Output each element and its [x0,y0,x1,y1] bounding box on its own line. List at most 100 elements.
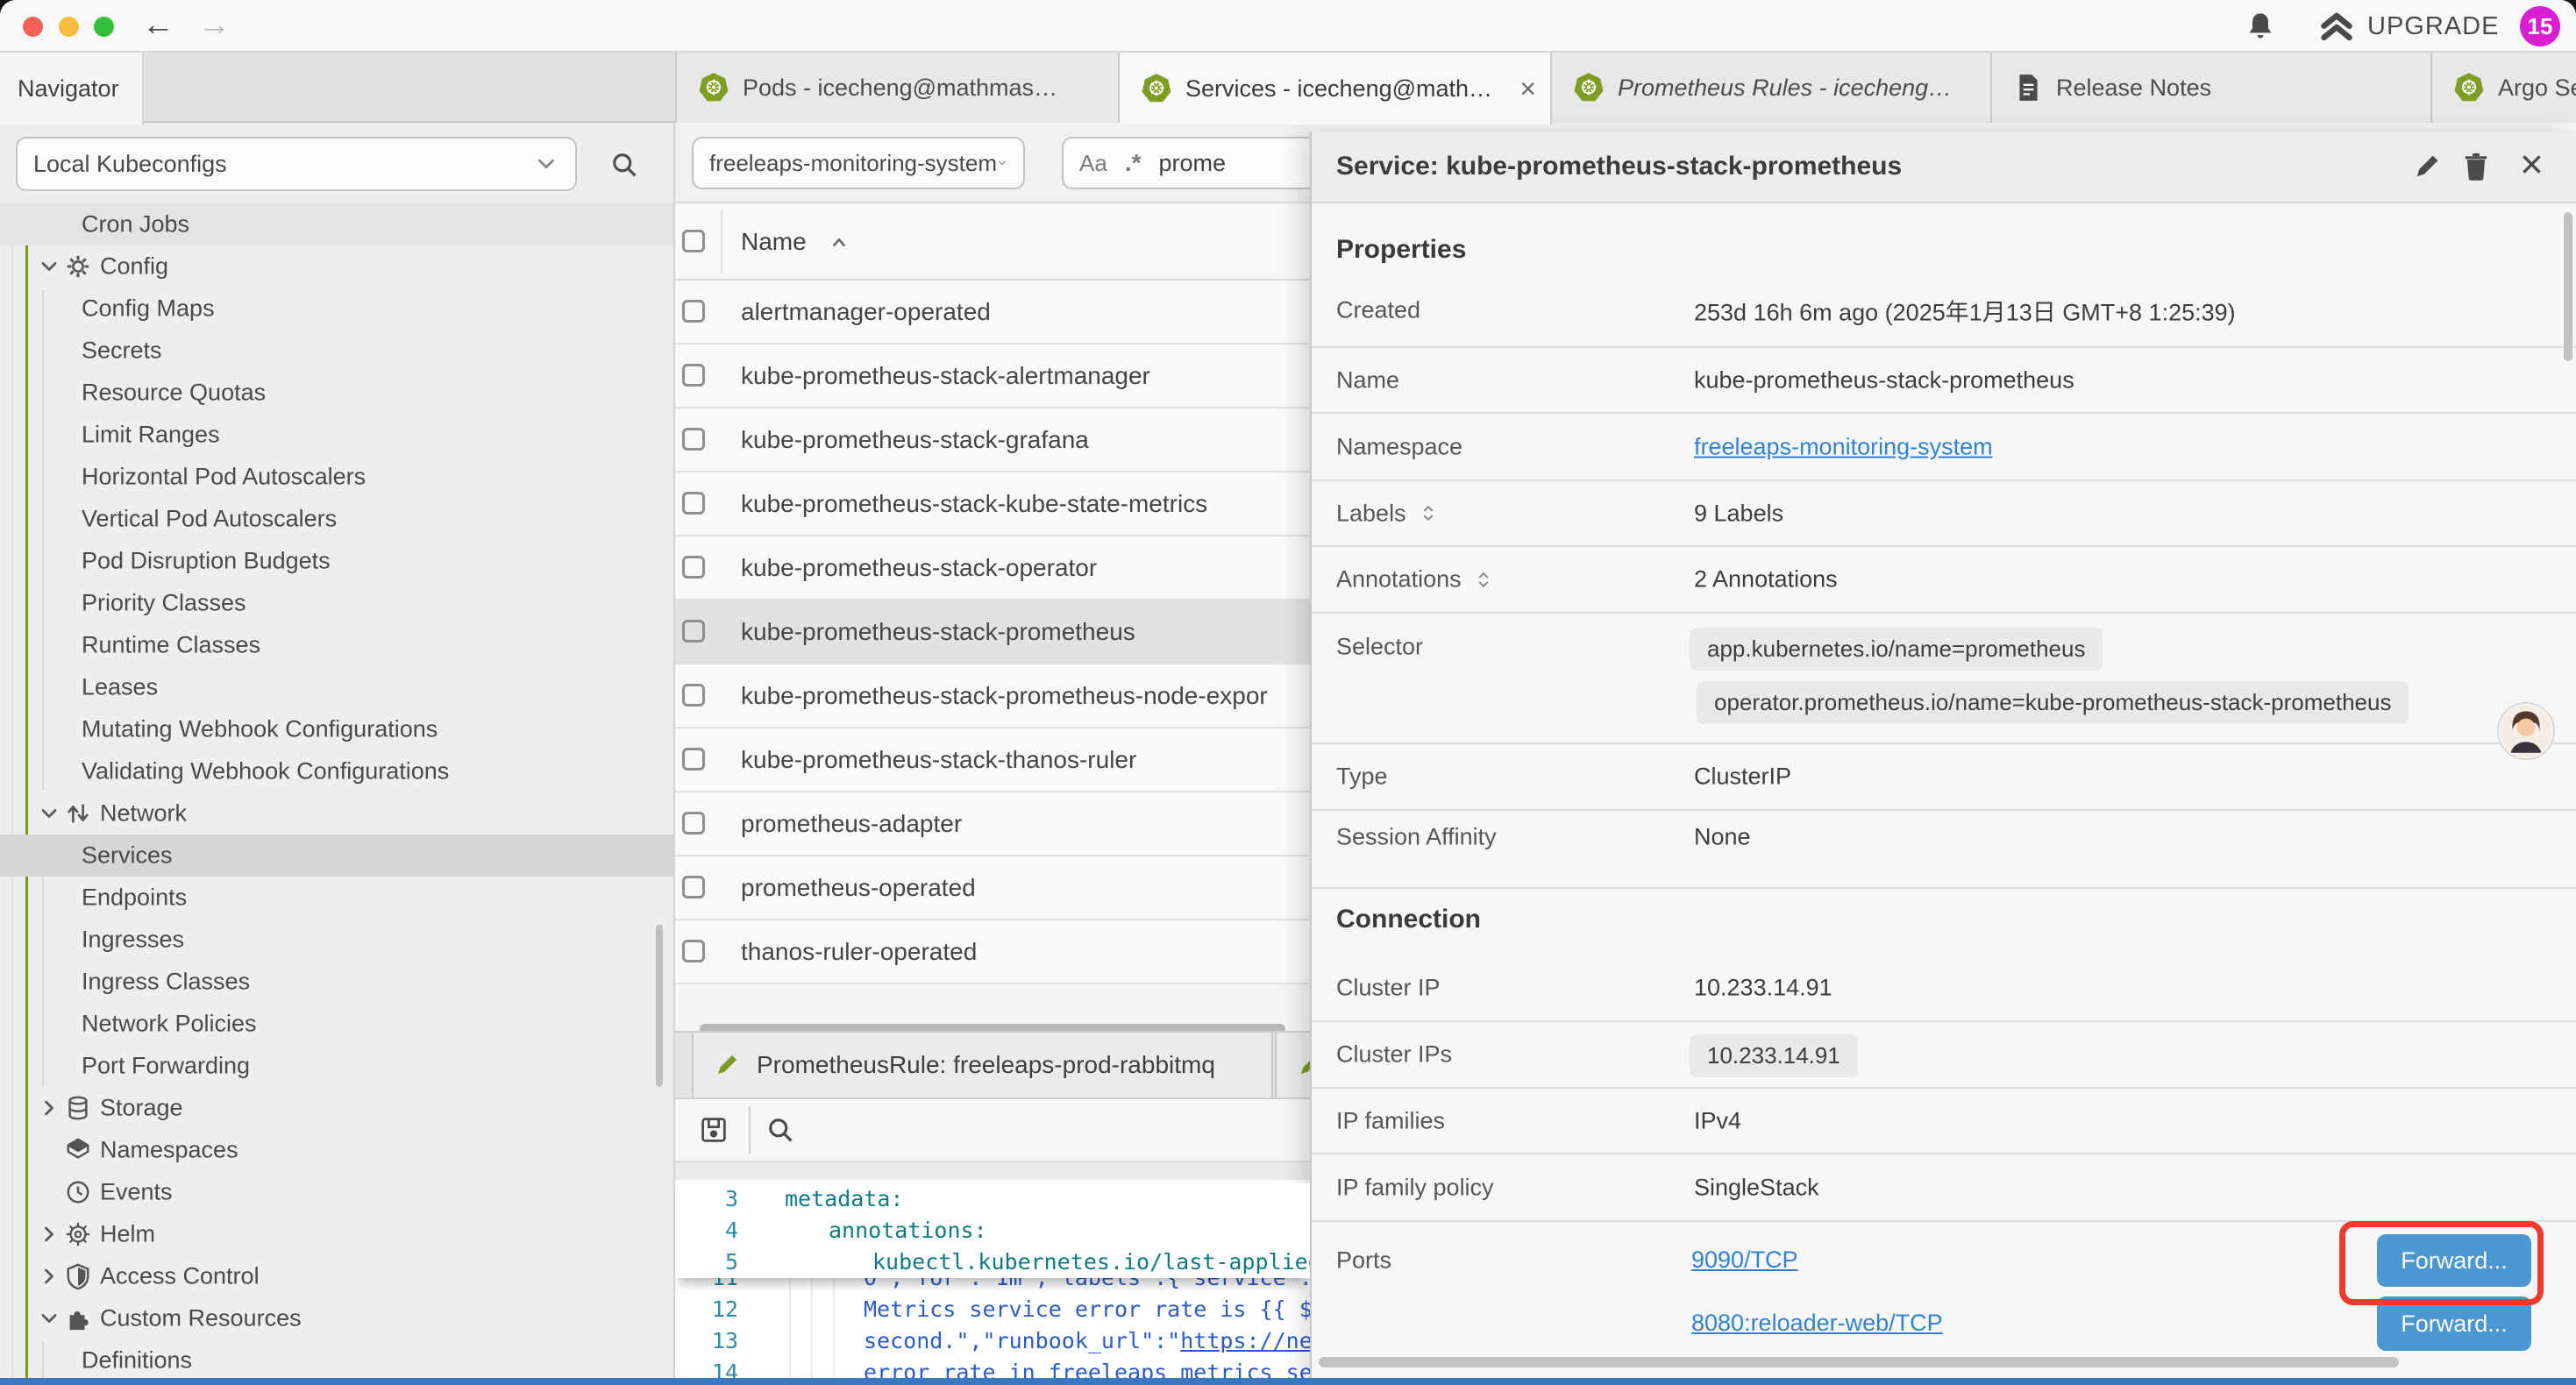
sidebar-item-priority-classes[interactable]: Priority Classes [0,582,673,624]
sort-ascending-icon[interactable] [826,230,852,256]
table-row[interactable]: kube-prometheus-stack-thanos-ruler [675,728,1310,792]
editor-tab-partial[interactable] [1275,1033,1310,1097]
editor-tab-prometheusrule[interactable]: PrometheusRule: freeleaps-prod-rabbitmq [692,1033,1273,1097]
sidebar-item-pod-disruption-budgets[interactable]: Pod Disruption Budgets [0,540,673,582]
save-icon[interactable] [698,1114,729,1146]
sidebar-group-helm[interactable]: Helm [0,1213,673,1255]
close-tab-icon[interactable]: × [1519,75,1536,103]
runbook-url-link[interactable]: https://net [1180,1328,1310,1353]
regex-toggle[interactable]: .* [1125,149,1142,177]
upgrade-icon[interactable] [2318,9,2355,46]
row-checkbox[interactable] [682,876,705,898]
chevron-down-icon[interactable] [37,801,61,826]
notifications-bell-icon[interactable] [2245,11,2276,42]
tab-argo[interactable]: Argo Se [2432,53,2576,123]
yaml-editor[interactable]: 110","for":"1m","labels":{"service":" 12… [675,1180,1310,1385]
sidebar-item-definitions[interactable]: Definitions [0,1339,673,1381]
tab-prometheus-rules[interactable]: Prometheus Rules - icecheng… [1552,53,1992,123]
row-checkbox[interactable] [682,556,705,579]
sidebar-scrollbar[interactable] [656,925,663,1087]
chevron-down-icon[interactable] [37,254,61,279]
tab-navigator[interactable]: Navigator [0,53,144,124]
sidebar-item-cron-jobs[interactable]: Cron Jobs [0,203,673,245]
row-checkbox[interactable] [682,492,705,515]
minimize-window-button[interactable] [59,17,79,37]
chevron-right-icon[interactable] [37,1222,61,1246]
sidebar-item-namespaces[interactable]: Namespaces [0,1129,673,1171]
assistant-avatar[interactable] [2497,702,2555,760]
sidebar-item-ingress-classes[interactable]: Ingress Classes [0,961,673,1003]
expand-collapse-icon[interactable] [1417,502,1440,525]
name-column-header[interactable]: Name [741,228,807,256]
port-link-9090[interactable]: 9090/TCP [1691,1246,1798,1274]
upgrade-button[interactable]: UPGRADE [2367,12,2499,41]
sidebar-item-horizontal-pod-autoscalers[interactable]: Horizontal Pod Autoscalers [0,456,673,498]
sidebar-item-events[interactable]: Events [0,1171,673,1213]
forward-button[interactable]: → [198,5,231,44]
table-row[interactable]: kube-prometheus-stack-alertmanager [675,344,1310,408]
sidebar-item-leases[interactable]: Leases [0,666,673,708]
notification-count-badge[interactable]: 15 [2520,6,2560,46]
namespace-select[interactable]: freeleaps-monitoring-system [692,137,1025,189]
row-checkbox[interactable] [682,812,705,835]
sidebar-item-runtime-classes[interactable]: Runtime Classes [0,624,673,666]
row-checkbox[interactable] [682,684,705,707]
sidebar-item-port-forwarding[interactable]: Port Forwarding [0,1045,673,1087]
close-window-button[interactable] [23,17,43,37]
cluster-select[interactable]: Local Kubeconfigs [16,137,577,191]
table-row[interactable]: alertmanager-operated [675,281,1310,344]
sidebar-item-secrets[interactable]: Secrets [0,330,673,372]
expand-collapse-icon[interactable] [1472,568,1495,591]
table-row[interactable]: kube-prometheus-stack-kube-state-metrics [675,472,1310,536]
row-checkbox[interactable] [682,300,705,323]
close-panel-icon[interactable]: × [2520,144,2544,184]
sidebar-group-network[interactable]: Network [0,792,673,835]
row-checkbox[interactable] [682,940,705,962]
delete-trash-icon[interactable] [2460,151,2492,182]
tab-pods[interactable]: Pods - icecheng@mathmas… [677,53,1120,123]
detail-row-ip-families: IP families IPv4 [1312,1089,2576,1154]
sidebar-group-custom-resources[interactable]: Custom Resources [0,1297,673,1339]
back-button[interactable]: ← [142,5,174,44]
chevron-right-icon[interactable] [37,1096,61,1120]
port-link-8080[interactable]: 8080:reloader-web/TCP [1691,1310,1943,1337]
row-checkbox[interactable] [682,748,705,771]
table-row[interactable]: kube-prometheus-stack-operator [675,536,1310,600]
chevron-right-icon[interactable] [37,1264,61,1289]
sidebar-item-config-maps[interactable]: Config Maps [0,288,673,330]
sidebar-item-vertical-pod-autoscalers[interactable]: Vertical Pod Autoscalers [0,498,673,540]
row-checkbox[interactable] [682,620,705,643]
sidebar-item-endpoints[interactable]: Endpoints [0,877,673,919]
editor-search-icon[interactable] [765,1114,796,1146]
sidebar-item-ingresses[interactable]: Ingresses [0,919,673,961]
zoom-window-button[interactable] [94,17,114,37]
sidebar-group-access-control[interactable]: Access Control [0,1255,673,1297]
table-row[interactable]: prometheus-operated [675,856,1310,920]
detail-horizontal-scrollbar[interactable] [1319,1357,2399,1367]
sidebar-item-mutating-webhook-configurations[interactable]: Mutating Webhook Configurations [0,708,673,750]
row-checkbox[interactable] [682,364,705,387]
tab-services[interactable]: Services - icecheng@math… × [1120,53,1552,124]
namespace-link[interactable]: freeleaps-monitoring-system [1694,433,1993,460]
tab-release-notes[interactable]: Release Notes [1992,53,2432,123]
select-all-checkbox[interactable] [682,230,705,252]
search-icon[interactable] [608,149,640,181]
table-row-selected[interactable]: kube-prometheus-stack-prometheus [675,600,1310,664]
table-row[interactable]: prometheus-adapter [675,792,1310,856]
chevron-down-icon[interactable] [37,1306,61,1331]
sidebar-group-config[interactable]: Config [0,245,673,288]
sidebar-item-services[interactable]: Services [0,835,673,877]
sidebar-item-validating-webhook-configurations[interactable]: Validating Webhook Configurations [0,750,673,792]
table-row[interactable]: kube-prometheus-stack-grafana [675,408,1310,472]
match-case-toggle[interactable]: Aa [1079,150,1107,177]
table-row[interactable]: thanos-ruler-operated [675,920,1310,984]
sidebar-item-network-policies[interactable]: Network Policies [0,1003,673,1045]
sidebar-group-storage[interactable]: Storage [0,1087,673,1129]
sidebar-item-resource-quotas[interactable]: Resource Quotas [0,372,673,414]
sidebar-item-limit-ranges[interactable]: Limit Ranges [0,414,673,456]
edit-pencil-icon[interactable] [2411,151,2443,182]
filter-input[interactable]: Aa .* prome [1062,137,1310,189]
row-checkbox[interactable] [682,428,705,451]
table-row[interactable]: kube-prometheus-stack-prometheus-node-ex… [675,664,1310,728]
detail-vertical-scrollbar[interactable] [2564,212,2572,361]
